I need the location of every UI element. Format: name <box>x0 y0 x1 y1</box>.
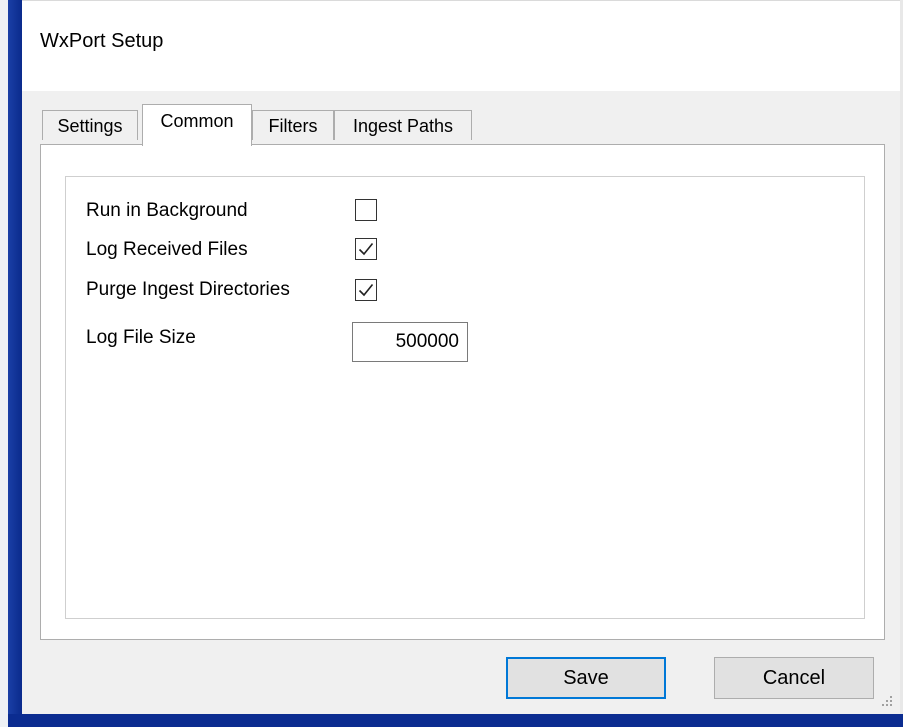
window-frame-left <box>0 0 22 727</box>
tab-ingest-paths[interactable]: Ingest Paths <box>334 110 472 140</box>
checkmark-icon <box>358 242 374 256</box>
window-title: WxPort Setup <box>40 30 164 52</box>
tab-settings[interactable]: Settings <box>42 110 138 140</box>
resize-grip-icon[interactable] <box>880 694 894 708</box>
run-in-background-label: Run in Background <box>86 200 248 221</box>
cancel-button[interactable]: Cancel <box>714 657 874 699</box>
purge-ingest-directories-label: Purge Ingest Directories <box>86 279 290 300</box>
run-in-background-checkbox[interactable] <box>355 199 377 221</box>
log-file-size-input[interactable]: 500000 <box>352 322 468 362</box>
title-bar[interactable]: WxPort Setup <box>22 0 900 91</box>
log-received-files-label: Log Received Files <box>86 239 248 260</box>
purge-ingest-directories-checkbox[interactable] <box>355 279 377 301</box>
window-frame-bottom <box>8 714 903 727</box>
log-received-files-checkbox[interactable] <box>355 238 377 260</box>
save-button[interactable]: Save <box>506 657 666 699</box>
tab-common[interactable]: Common <box>142 104 252 146</box>
checkmark-icon <box>358 283 374 297</box>
tab-filters[interactable]: Filters <box>252 110 334 140</box>
log-file-size-label: Log File Size <box>86 327 196 348</box>
setup-window: WxPort Setup Settings Common Filters Ing… <box>22 0 900 714</box>
